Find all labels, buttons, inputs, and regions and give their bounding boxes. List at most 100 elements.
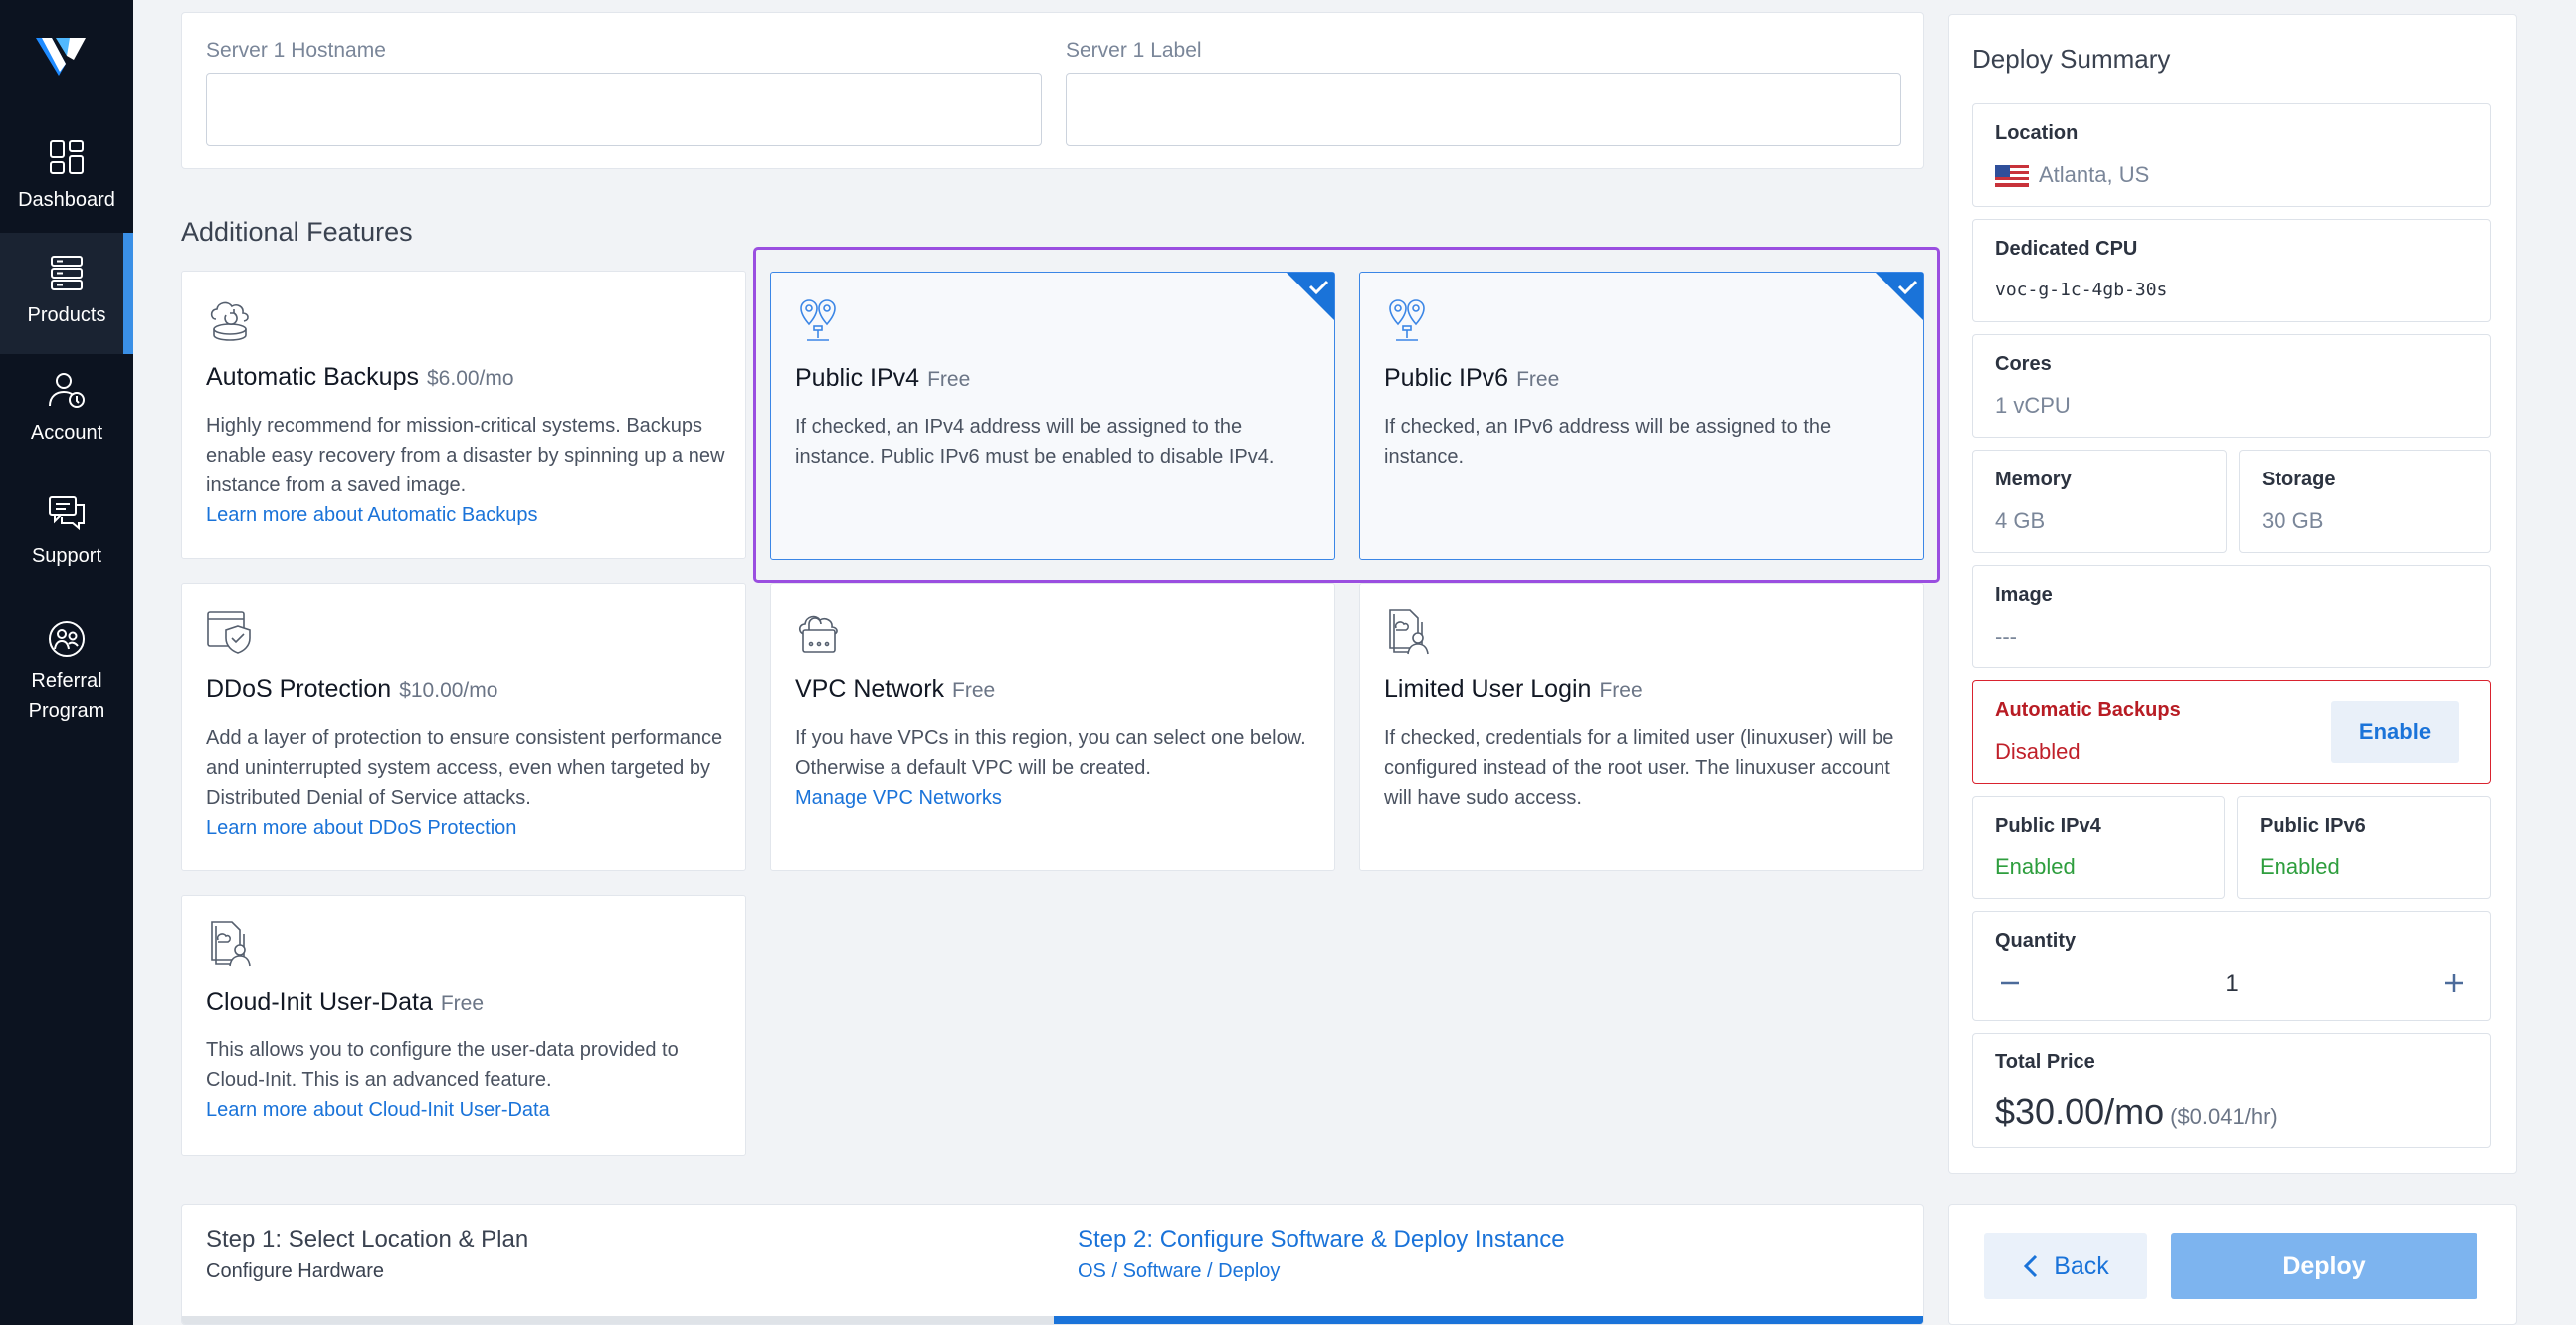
server-label-label: Server 1 Label	[1066, 39, 1202, 62]
feature-title: DDoS Protection	[206, 675, 392, 703]
summary-value: Enabled	[2260, 854, 2340, 879]
summary-label: Image	[1995, 584, 2053, 606]
step-1[interactable]: Step 1: Select Location & Plan Configure…	[182, 1205, 1054, 1324]
feature-automatic-backups[interactable]: Automatic Backups $6.00/mo Highly recomme…	[181, 271, 746, 559]
total-price-value: $30.00/mo	[1995, 1091, 2165, 1132]
hostname-input[interactable]	[206, 73, 1042, 146]
step-progress-bar	[182, 1316, 1054, 1324]
deploy-button[interactable]: Deploy	[2171, 1233, 2477, 1299]
summary-value: 30 GB	[2262, 508, 2324, 533]
selection-highlight	[753, 247, 1940, 583]
back-button[interactable]: Back	[1984, 1233, 2147, 1299]
step-subtitle: OS / Software / Deploy	[1078, 1260, 1281, 1282]
additional-features-title: Additional Features	[181, 217, 413, 247]
feature-title: Limited User Login	[1384, 675, 1592, 703]
summary-dedicated-cpu: Dedicated CPU voc-g-1c-4gb-30s	[1972, 219, 2491, 322]
summary-value: 1 vCPU	[1995, 393, 2071, 418]
cloud-lock-icon	[798, 615, 838, 653]
quantity-value[interactable]: 1	[1973, 970, 2490, 998]
summary-public-ipv6: Public IPv6 Enabled	[2237, 796, 2491, 899]
sidebar-item-label: Dashboard	[18, 189, 115, 211]
manage-vpc-networks-link[interactable]: Manage VPC Networks	[795, 783, 1314, 813]
step-subtitle: Configure Hardware	[206, 1260, 384, 1282]
back-label: Back	[2054, 1251, 2109, 1280]
summary-value: Enabled	[1995, 854, 2076, 879]
server-label-input[interactable]	[1066, 73, 1901, 146]
feature-limited-user-login[interactable]: Limited User Login Free If checked, crede…	[1359, 583, 1924, 871]
sidebar-item-label: Support	[31, 545, 102, 567]
learn-more-ddos-link[interactable]: Learn more about DDoS Protection	[206, 813, 725, 843]
plus-icon[interactable]	[2439, 968, 2469, 998]
summary-label: Memory	[1995, 469, 2072, 490]
hourly-price-value: ($0.041/hr)	[2170, 1104, 2278, 1129]
server-stack-icon	[51, 256, 83, 290]
feature-description: This allows you to configure the user-da…	[206, 1040, 679, 1091]
summary-label: Location	[1995, 122, 2079, 144]
summary-location: Location Atlanta, US	[1972, 103, 2491, 207]
user-document-icon	[211, 921, 251, 967]
summary-label: Automatic Backups	[1995, 699, 2181, 721]
feature-description: Add a layer of protection to ensure cons…	[206, 727, 723, 809]
feature-price: $10.00/mo	[399, 679, 498, 702]
cloud-backup-icon	[210, 301, 249, 341]
feature-description: Highly recommend for mission-critical sy…	[206, 415, 725, 496]
summary-label: Cores	[1995, 353, 2052, 375]
sidebar-item-label: Account	[30, 422, 103, 444]
step-progress-bar	[1054, 1316, 1923, 1324]
sidebar-item-products[interactable]: Products	[0, 233, 133, 354]
summary-value: Disabled	[1995, 739, 2081, 764]
sidebar-item-support[interactable]: Support	[0, 493, 133, 593]
step-title: Step 1: Select Location & Plan	[206, 1227, 529, 1253]
summary-label: Public IPv4	[1995, 815, 2101, 837]
sidebar-item-label: Referral Program	[28, 670, 105, 722]
step-2[interactable]: Step 2: Configure Software & Deploy Inst…	[1054, 1205, 1923, 1324]
summary-quantity: Quantity 1	[1972, 911, 2491, 1021]
feature-price: Free	[440, 992, 485, 1015]
summary-public-ipv4: Public IPv4 Enabled	[1972, 796, 2225, 899]
summary-cores: Cores 1 vCPU	[1972, 334, 2491, 438]
us-flag-icon	[1995, 165, 2029, 188]
summary-value: voc-g-1c-4gb-30s	[1995, 280, 2168, 300]
deploy-steps: Step 1: Select Location & Plan Configure…	[181, 1204, 1924, 1325]
summary-value: 4 GB	[1995, 508, 2046, 533]
feature-description: If you have VPCs in this region, you can…	[795, 727, 1306, 779]
feature-cloud-init-user-data[interactable]: Cloud-Init User-Data Free This allows you…	[181, 895, 746, 1156]
account-icon	[49, 373, 85, 408]
sidebar-item-referral[interactable]: Referral Program	[0, 619, 133, 748]
dashboard-icon	[50, 140, 84, 174]
feature-title: Automatic Backups	[206, 363, 419, 391]
learn-more-backups-link[interactable]: Learn more about Automatic Backups	[206, 500, 725, 530]
feature-title: Cloud-Init User-Data	[206, 988, 433, 1016]
sidebar: Dashboard Products Account Support Refer…	[0, 0, 133, 1325]
summary-label: Total Price	[1995, 1051, 2095, 1073]
feature-price: $6.00/mo	[427, 367, 514, 390]
summary-image: Image ---	[1972, 565, 2491, 668]
server-details-card: Server 1 Hostname Server 1 Label	[181, 12, 1924, 169]
chevron-left-icon	[2024, 1254, 2038, 1278]
feature-description: If checked, credentials for a limited us…	[1384, 727, 1894, 809]
summary-label: Public IPv6	[2260, 815, 2366, 837]
enable-backups-button[interactable]: Enable	[2331, 701, 2459, 763]
summary-value: Atlanta, US	[2039, 162, 2150, 187]
feature-ddos-protection[interactable]: DDoS Protection $10.00/mo Add a layer of …	[181, 583, 746, 871]
vultr-logo-icon[interactable]	[36, 34, 90, 78]
summary-label: Dedicated CPU	[1995, 238, 2138, 260]
summary-value: ---	[1995, 624, 2017, 649]
support-chat-icon	[49, 496, 85, 531]
step-title: Step 2: Configure Software & Deploy Inst…	[1078, 1227, 1565, 1253]
summary-automatic-backups: Automatic Backups Disabled Enable	[1972, 680, 2491, 784]
shield-window-icon	[207, 611, 251, 654]
referral-people-icon	[49, 621, 85, 657]
feature-title: VPC Network	[795, 675, 945, 703]
feature-vpc-network[interactable]: VPC Network Free If you have VPCs in this…	[770, 583, 1335, 871]
summary-label: Quantity	[1995, 930, 2077, 952]
deploy-summary-title: Deploy Summary	[1972, 44, 2171, 74]
summary-total-price: Total Price $30.00/mo ($0.041/hr)	[1972, 1033, 2491, 1148]
sidebar-item-account[interactable]: Account	[0, 370, 133, 470]
learn-more-cloud-init-link[interactable]: Learn more about Cloud-Init User-Data	[206, 1095, 725, 1125]
sidebar-item-dashboard[interactable]: Dashboard	[0, 133, 133, 233]
summary-memory: Memory 4 GB	[1972, 450, 2227, 553]
feature-price: Free	[1599, 679, 1643, 702]
hostname-label: Server 1 Hostname	[206, 39, 386, 62]
summary-storage: Storage 30 GB	[2239, 450, 2491, 553]
